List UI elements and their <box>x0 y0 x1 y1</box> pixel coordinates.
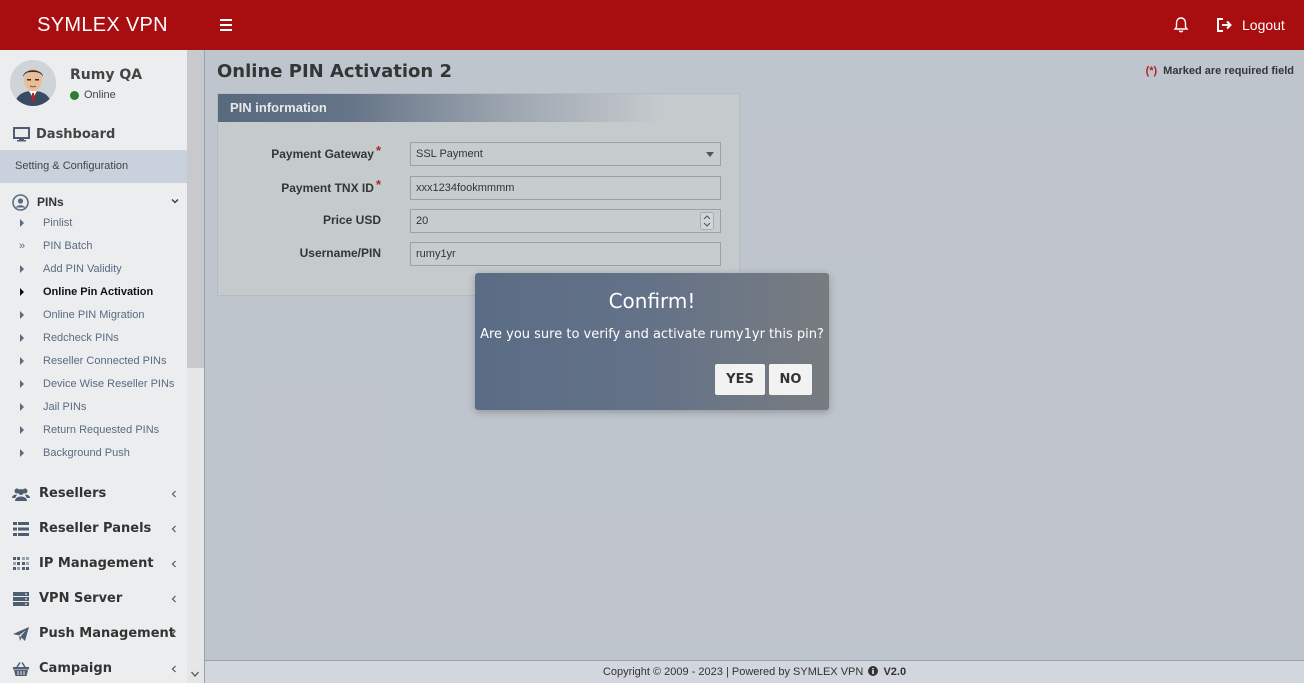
sidebar-item-label: PINs <box>37 195 64 209</box>
logout-button[interactable]: Logout <box>1216 0 1285 50</box>
double-chevron-icon: » <box>19 240 26 252</box>
submenu-item-pin-batch[interactable]: » PIN Batch <box>0 237 188 260</box>
caret-right-icon <box>20 311 24 319</box>
user-status: Online <box>70 89 116 101</box>
submenu-item-label: Return Requested PINs <box>43 424 160 436</box>
grid-dots-icon <box>13 556 29 570</box>
paper-plane-icon <box>13 626 29 641</box>
logout-label: Logout <box>1242 17 1285 33</box>
submenu-item-label: Add PIN Validity <box>43 263 122 275</box>
footer-version: V2.0 <box>883 666 907 678</box>
sidebar-scrollbar-thumb[interactable] <box>187 50 204 368</box>
desktop-icon <box>13 126 30 141</box>
sidebar-item-label: Campaign <box>39 661 112 676</box>
submenu-item-device-wise-reseller-pins[interactable]: Device Wise Reseller PINs <box>0 375 188 398</box>
sidebar-item-label: Dashboard <box>36 126 116 142</box>
caret-right-icon <box>20 426 24 434</box>
sidebar-item-label: VPN Server <box>39 591 123 606</box>
chevron-left-icon <box>171 490 176 498</box>
submenu-item-label: Background Push <box>43 447 130 459</box>
sidebar-item-reseller-panels[interactable]: Reseller Panels <box>0 511 188 546</box>
chevron-left-icon <box>171 665 176 673</box>
chevron-left-icon <box>171 630 176 638</box>
caret-right-icon <box>20 403 24 411</box>
submenu-item-add-pin-validity[interactable]: Add PIN Validity <box>0 260 188 283</box>
sidebar-item-label: Resellers <box>39 486 107 501</box>
caret-right-icon <box>20 380 24 388</box>
sidebar-item-label: IP Management <box>39 556 154 571</box>
no-button[interactable]: NO <box>769 364 812 395</box>
caret-right-icon <box>20 219 24 227</box>
yes-button[interactable]: YES <box>715 364 765 395</box>
chevron-left-icon <box>171 525 176 533</box>
footer: Copyright © 2009 - 2023 | Powered by SYM… <box>205 660 1304 683</box>
users-icon <box>12 488 30 501</box>
sign-out-icon <box>1217 18 1232 32</box>
online-status-icon <box>70 90 79 100</box>
caret-right-icon <box>20 449 24 457</box>
submenu-item-redcheck-pins[interactable]: Redcheck PINs <box>0 329 188 352</box>
sidebar-item-push-management[interactable]: Push Management <box>0 616 188 651</box>
submenu-item-label: Online PIN Migration <box>43 309 145 321</box>
confirm-dialog: Confirm! Are you sure to verify and acti… <box>475 273 829 410</box>
top-header: SYMLEX VPN Logout <box>0 0 1304 50</box>
submenu-item-return-requested-pins[interactable]: Return Requested PINs <box>0 421 188 444</box>
sidebar-scrollbar[interactable] <box>187 50 204 683</box>
menu-toggle-icon[interactable] <box>218 17 234 33</box>
submenu-item-label: Pinlist <box>43 217 73 229</box>
sidebar-item-label: Push Management <box>39 626 175 641</box>
chevron-down-icon <box>171 199 179 204</box>
list-icon <box>13 521 29 536</box>
dialog-title: Confirm! <box>608 289 696 313</box>
submenu-item-label: PIN Batch <box>43 240 93 252</box>
caret-right-icon <box>20 288 24 296</box>
pins-submenu: Pinlist » PIN Batch Add PIN Validity Onli… <box>0 214 188 467</box>
submenu-item-label: Reseller Connected PINs <box>43 355 167 367</box>
avatar <box>10 60 56 106</box>
info-icon <box>868 666 879 676</box>
submenu-item-jail-pins[interactable]: Jail PINs <box>0 398 188 421</box>
submenu-item-online-pin-activation[interactable]: Online Pin Activation <box>0 283 188 306</box>
submenu-item-pinlist[interactable]: Pinlist <box>0 214 188 237</box>
sidebar-item-vpn-server[interactable]: VPN Server <box>0 581 188 616</box>
submenu-item-label: Device Wise Reseller PINs <box>43 378 175 390</box>
submenu-item-reseller-connected-pins[interactable]: Reseller Connected PINs <box>0 352 188 375</box>
submenu-item-label: Online Pin Activation <box>43 286 154 298</box>
brand-logo[interactable]: SYMLEX VPN <box>0 0 205 50</box>
sidebar-item-resellers[interactable]: Resellers <box>0 476 188 511</box>
sidebar-item-label: Reseller Panels <box>39 521 152 536</box>
sidebar-item-dashboard[interactable]: Dashboard <box>0 124 188 144</box>
caret-right-icon <box>20 334 24 342</box>
sidebar-item-setting[interactable]: Setting & Configuration <box>0 150 188 183</box>
chevron-left-icon <box>171 595 176 603</box>
submenu-item-background-push[interactable]: Background Push <box>0 444 188 467</box>
user-name: Rumy QA <box>70 67 143 83</box>
basket-icon <box>13 661 29 676</box>
server-icon <box>13 591 29 606</box>
sidebar-item-ip-management[interactable]: IP Management <box>0 546 188 581</box>
sidebar-item-pins[interactable]: PINs <box>0 192 188 212</box>
bell-icon[interactable] <box>1172 16 1190 34</box>
caret-right-icon <box>20 357 24 365</box>
sidebar: Rumy QA Online Dashboard Setting & Confi… <box>0 50 205 683</box>
submenu-item-online-pin-migration[interactable]: Online PIN Migration <box>0 306 188 329</box>
dialog-message: Are you sure to verify and activate rumy… <box>480 327 824 342</box>
scroll-down-icon[interactable] <box>190 669 200 679</box>
user-circle-icon <box>12 193 29 211</box>
chevron-left-icon <box>171 560 176 568</box>
footer-copyright: Copyright © 2009 - 2023 | Powered by SYM… <box>602 666 864 678</box>
submenu-item-label: Redcheck PINs <box>43 332 119 344</box>
user-status-label: Online <box>84 89 116 101</box>
sidebar-item-campaign[interactable]: Campaign <box>0 651 188 683</box>
caret-right-icon <box>20 265 24 273</box>
submenu-item-label: Jail PINs <box>43 401 87 413</box>
